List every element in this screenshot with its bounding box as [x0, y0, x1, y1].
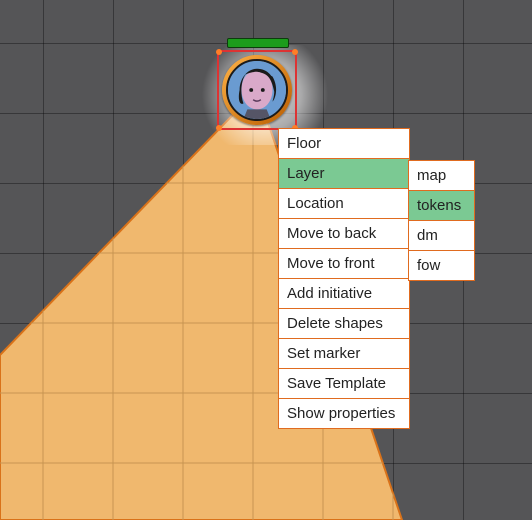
health-bar — [227, 38, 289, 48]
menu-set-marker[interactable]: Set marker — [279, 339, 409, 369]
layer-option-dm[interactable]: dm — [409, 221, 474, 251]
layer-option-fow[interactable]: fow — [409, 251, 474, 280]
resize-handle-tl[interactable] — [216, 49, 222, 55]
resize-handle-tr[interactable] — [292, 49, 298, 55]
menu-move-to-back[interactable]: Move to back — [279, 219, 409, 249]
menu-layer[interactable]: Layer — [279, 159, 409, 189]
menu-location[interactable]: Location — [279, 189, 409, 219]
token-portrait — [226, 59, 288, 121]
menu-delete-shapes[interactable]: Delete shapes — [279, 309, 409, 339]
menu-show-properties[interactable]: Show properties — [279, 399, 409, 428]
layer-option-tokens[interactable]: tokens — [409, 191, 474, 221]
menu-floor[interactable]: Floor — [279, 129, 409, 159]
map-canvas[interactable]: Floor Layer Location Move to back Move t… — [0, 0, 532, 520]
resize-handle-bl[interactable] — [216, 125, 222, 131]
layer-submenu: map tokens dm fow — [408, 160, 475, 281]
menu-add-initiative[interactable]: Add initiative — [279, 279, 409, 309]
menu-save-template[interactable]: Save Template — [279, 369, 409, 399]
menu-move-to-front[interactable]: Move to front — [279, 249, 409, 279]
layer-option-map[interactable]: map — [409, 161, 474, 191]
context-menu: Floor Layer Location Move to back Move t… — [278, 128, 410, 429]
player-token[interactable] — [222, 55, 292, 125]
